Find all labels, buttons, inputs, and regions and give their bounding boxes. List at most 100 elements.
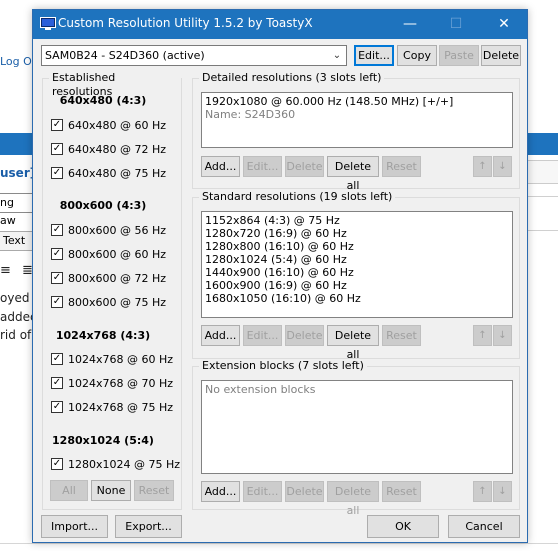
- arrow-up-icon: ↑: [473, 481, 492, 502]
- checkbox-label: 1024x768 @ 70 Hz: [68, 377, 174, 390]
- standard-delete-all-button[interactable]: Delete all: [327, 325, 379, 361]
- monitor-select-value: SAM0B24 - S24D360 (active): [45, 49, 205, 62]
- arrow-down-icon: ↓: [493, 481, 512, 502]
- background-toolbar-strip: [0, 133, 32, 155]
- list-item-name: Name: S24D360: [205, 108, 296, 121]
- delete-monitor-button[interactable]: Delete: [481, 45, 521, 66]
- checkbox-label: 1280x1024 @ 75 Hz: [68, 458, 181, 471]
- background-divider: [528, 196, 558, 197]
- ok-button[interactable]: OK: [367, 515, 439, 538]
- standard-reset-button: Reset: [382, 325, 421, 346]
- list-item[interactable]: 1600x900 (16:9) @ 60 Hz: [205, 279, 509, 292]
- checkbox-label: 800x600 @ 60 Hz: [68, 248, 167, 261]
- detailed-resolutions-title: Detailed resolutions (3 slots left): [199, 71, 385, 85]
- none-button[interactable]: None: [91, 480, 131, 501]
- monitor-select[interactable]: SAM0B24 - S24D360 (active) ⌄: [41, 45, 347, 66]
- checkbox-label: 800x600 @ 72 Hz: [68, 272, 167, 285]
- standard-delete-button: Delete: [285, 325, 324, 346]
- list-item[interactable]: 1280x800 (16:10) @ 60 Hz: [205, 240, 509, 253]
- checkbox-label: 1024x768 @ 75 Hz: [68, 401, 174, 414]
- checkbox-label: 640x480 @ 72 Hz: [68, 143, 167, 156]
- checkbox-label: 800x600 @ 56 Hz: [68, 224, 167, 237]
- arrow-up-icon: ↑: [473, 325, 492, 346]
- section-heading-800x600: 800x600 (4:3): [59, 199, 147, 212]
- close-button[interactable]: ✕: [481, 10, 527, 39]
- detailed-edit-button: Edit...: [243, 156, 282, 177]
- background-body-line: oyed: [0, 291, 30, 305]
- checkmark-icon: ✓: [51, 119, 63, 131]
- checkmark-icon: ✓: [51, 143, 63, 155]
- all-button: All: [50, 480, 88, 501]
- extension-blocks-title: Extension blocks (7 slots left): [199, 359, 367, 373]
- extension-blocks-group: Extension blocks (7 slots left) No exten…: [192, 359, 520, 517]
- detailed-add-button[interactable]: Add...: [201, 156, 240, 177]
- background-divider: [528, 230, 558, 231]
- section-heading-640x480: 640x480 (4:3): [59, 94, 147, 107]
- background-input-field[interactable]: ng aw: [0, 193, 33, 227]
- detailed-delete-button: Delete: [285, 156, 324, 177]
- list-item[interactable]: 1920x1080 @ 60.000 Hz (148.50 MHz) [+/+]: [205, 95, 509, 108]
- edit-monitor-button[interactable]: Edit...: [354, 45, 394, 66]
- export-button[interactable]: Export...: [115, 515, 182, 538]
- background-right-strip: [528, 133, 558, 155]
- list-item[interactable]: 1280x720 (16:9) @ 60 Hz: [205, 227, 509, 240]
- standard-resolutions-title: Standard resolutions (19 slots left): [199, 190, 396, 204]
- window-title: Custom Resolution Utility 1.5.2 by Toast…: [58, 16, 313, 30]
- copy-button[interactable]: Copy: [397, 45, 437, 66]
- background-user-text: user]: [0, 166, 36, 180]
- arrow-up-icon: ↑: [473, 156, 492, 177]
- extension-add-button[interactable]: Add...: [201, 481, 240, 502]
- cancel-button[interactable]: Cancel: [448, 515, 520, 538]
- arrow-down-icon: ↓: [493, 325, 512, 346]
- checkbox-label: 640x480 @ 60 Hz: [68, 119, 167, 132]
- checkmark-icon: ✓: [51, 167, 63, 179]
- arrow-down-icon: ↓: [493, 156, 512, 177]
- extension-blocks-list[interactable]: No extension blocks: [201, 380, 513, 474]
- list-item[interactable]: 1680x1050 (16:10) @ 60 Hz: [205, 292, 509, 305]
- monitor-icon: [40, 17, 56, 30]
- maximize-button: ☐: [449, 16, 463, 32]
- checkmark-icon: ✓: [51, 401, 63, 413]
- align-left-icon[interactable]: ≡: [0, 263, 11, 278]
- background-divider: [0, 543, 558, 544]
- checkmark-icon: ✓: [51, 458, 63, 470]
- checkbox-label: 640x480 @ 75 Hz: [68, 167, 167, 180]
- detailed-resolutions-group: Detailed resolutions (3 slots left) 1920…: [192, 71, 520, 192]
- minimize-button[interactable]: —: [387, 10, 433, 39]
- detailed-resolutions-list[interactable]: 1920x1080 @ 60.000 Hz (148.50 MHz) [+/+]…: [201, 92, 513, 148]
- checkbox-label: 800x600 @ 75 Hz: [68, 296, 167, 309]
- import-button[interactable]: Import...: [41, 515, 108, 538]
- detailed-delete-all-button[interactable]: Delete all: [327, 156, 379, 192]
- established-resolutions-group: Established resolutions 640x480 (4:3) ✓ 6…: [42, 71, 182, 510]
- title-bar[interactable]: Custom Resolution Utility 1.5.2 by Toast…: [33, 10, 527, 39]
- checkmark-icon: ✓: [51, 272, 63, 284]
- paste-button: Paste: [439, 45, 479, 66]
- standard-resolutions-list[interactable]: 1152x864 (4:3) @ 75 Hz 1280x720 (16:9) @…: [201, 211, 513, 318]
- list-item[interactable]: 1152x864 (4:3) @ 75 Hz: [205, 214, 509, 227]
- checkmark-icon: ✓: [51, 224, 63, 236]
- list-item[interactable]: 1440x900 (16:10) @ 60 Hz: [205, 266, 509, 279]
- extension-reset-button: Reset: [382, 481, 421, 502]
- checkmark-icon: ✓: [51, 377, 63, 389]
- background-right-box: [528, 160, 558, 184]
- section-heading-1280x1024: 1280x1024 (5:4): [52, 434, 154, 447]
- empty-list-placeholder: No extension blocks: [205, 383, 316, 396]
- checkmark-icon: ✓: [51, 353, 63, 365]
- reset-established-button: Reset: [134, 480, 174, 501]
- section-heading-1024x768: 1024x768 (4:3): [55, 329, 151, 342]
- checkmark-icon: ✓: [51, 248, 63, 260]
- standard-resolutions-group: Standard resolutions (19 slots left) 115…: [192, 190, 520, 361]
- cru-dialog: Custom Resolution Utility 1.5.2 by Toast…: [32, 9, 528, 543]
- list-item[interactable]: 1280x1024 (5:4) @ 60 Hz: [205, 253, 509, 266]
- background-body-line: rid of: [0, 328, 32, 342]
- standard-add-button[interactable]: Add...: [201, 325, 240, 346]
- standard-edit-button: Edit...: [243, 325, 282, 346]
- extension-delete-button: Delete: [285, 481, 324, 502]
- extension-delete-all-button: Delete all: [327, 481, 379, 517]
- checkbox-label: 1024x768 @ 60 Hz: [68, 353, 174, 366]
- detailed-reset-button: Reset: [382, 156, 421, 177]
- chevron-down-icon: ⌄: [332, 50, 342, 61]
- background-text-tab[interactable]: Text: [0, 231, 34, 251]
- checkmark-icon: ✓: [51, 296, 63, 308]
- extension-edit-button: Edit...: [243, 481, 282, 502]
